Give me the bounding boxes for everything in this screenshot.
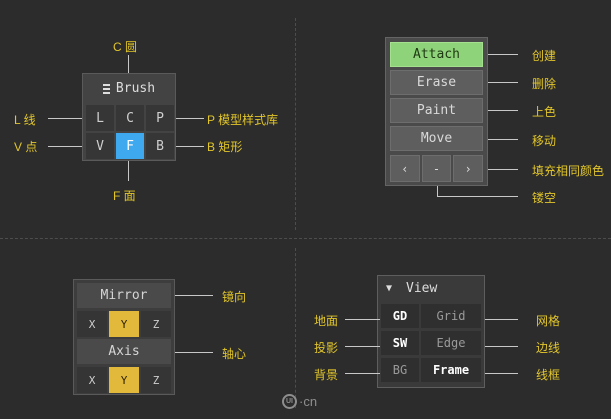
leader-line bbox=[128, 55, 129, 73]
leader-line bbox=[345, 373, 380, 374]
view-panel-header[interactable]: ▼ View bbox=[378, 276, 484, 300]
brush-model-library-button[interactable]: P bbox=[146, 105, 174, 131]
axis-row: X Y Z bbox=[77, 367, 171, 393]
brush-panel: Brush L C P V F B bbox=[82, 73, 176, 161]
axis-button[interactable]: Axis bbox=[77, 339, 171, 364]
menu-icon bbox=[102, 83, 110, 94]
brush-circle-button[interactable]: C bbox=[116, 105, 144, 131]
watermark: UI ·cn bbox=[282, 394, 317, 409]
view-row: GD Grid bbox=[381, 304, 481, 328]
annotation-rectangle: B 矩形 bbox=[207, 140, 243, 154]
leader-line bbox=[488, 82, 518, 83]
edge-toggle[interactable]: Edge bbox=[421, 331, 481, 355]
ui-cn-logo-icon: UI bbox=[282, 394, 297, 409]
annotation-line: L 线 bbox=[14, 113, 36, 127]
annotation-mirror: 镜向 bbox=[222, 290, 247, 304]
shadow-toggle[interactable]: SW bbox=[381, 331, 419, 355]
leader-line bbox=[488, 54, 518, 55]
annotation-point: V 点 bbox=[14, 140, 38, 154]
leader-line bbox=[174, 118, 204, 119]
mirror-y-button[interactable]: Y bbox=[109, 311, 139, 337]
annotation-face: F 面 bbox=[113, 189, 136, 203]
view-row: SW Edge bbox=[381, 331, 481, 355]
leader-line bbox=[345, 319, 380, 320]
leader-line bbox=[345, 346, 380, 347]
annotation-grid: 网格 bbox=[536, 314, 561, 328]
annotation-shadow: 投影 bbox=[314, 341, 339, 355]
annotation-create: 创建 bbox=[532, 49, 557, 63]
mirror-axis-row: X Y Z bbox=[77, 311, 171, 337]
annotation-hollow: 镂空 bbox=[532, 191, 557, 205]
leader-line bbox=[128, 161, 129, 181]
triangle-down-icon: ▼ bbox=[386, 282, 393, 294]
brush-line-button[interactable]: L bbox=[86, 105, 114, 131]
leader-line bbox=[485, 319, 518, 320]
watermark-text: ·cn bbox=[299, 394, 318, 409]
grid-toggle[interactable]: Grid bbox=[421, 304, 481, 328]
annotation-ground: 地面 bbox=[314, 314, 339, 328]
mirror-z-button[interactable]: Z bbox=[141, 311, 171, 337]
view-panel: ▼ View GD Grid SW Edge BG Frame bbox=[377, 275, 485, 388]
leader-line bbox=[48, 118, 85, 119]
annotation-edge: 边线 bbox=[536, 341, 561, 355]
leader-line bbox=[437, 196, 518, 197]
axis-z-button[interactable]: Z bbox=[141, 367, 171, 393]
erase-button[interactable]: Erase bbox=[390, 70, 483, 95]
annotation-paint: 上色 bbox=[532, 105, 557, 119]
leader-line bbox=[485, 346, 518, 347]
divider-vertical-top bbox=[295, 18, 296, 230]
divider-vertical-bottom bbox=[295, 248, 296, 408]
leader-line bbox=[488, 139, 518, 140]
leader-line bbox=[488, 169, 518, 170]
leader-line bbox=[175, 352, 213, 353]
leader-line bbox=[175, 295, 213, 296]
brush-face-button[interactable]: F bbox=[116, 133, 144, 159]
annotation-delete: 删除 bbox=[532, 77, 557, 91]
attach-button[interactable]: Attach bbox=[390, 42, 483, 67]
divider-horizontal bbox=[0, 238, 611, 239]
brush-title: Brush bbox=[115, 81, 156, 96]
view-row: BG Frame bbox=[381, 358, 481, 382]
annotation-background: 背景 bbox=[314, 368, 339, 382]
annotation-frame: 线框 bbox=[536, 368, 561, 382]
paint-button[interactable]: Paint bbox=[390, 98, 483, 123]
annotation-fill-same-color: 填充相同颜色 bbox=[532, 164, 605, 178]
leader-line bbox=[48, 146, 85, 147]
annotation-model-library: P 模型样式库 bbox=[207, 113, 279, 127]
view-title: View bbox=[406, 280, 438, 296]
prev-button[interactable]: ‹ bbox=[390, 155, 420, 182]
leader-line bbox=[174, 146, 204, 147]
annotation-circle: C 圆 bbox=[113, 40, 138, 54]
brush-point-button[interactable]: V bbox=[86, 133, 114, 159]
leader-line bbox=[488, 110, 518, 111]
axis-y-button[interactable]: Y bbox=[109, 367, 139, 393]
brush-grid: L C P V F B bbox=[86, 105, 174, 159]
axis-x-button[interactable]: X bbox=[77, 367, 107, 393]
frame-toggle[interactable]: Frame bbox=[421, 358, 481, 382]
annotation-axis: 轴心 bbox=[222, 347, 247, 361]
next-button[interactable]: › bbox=[453, 155, 483, 182]
hollow-button[interactable]: - bbox=[421, 155, 452, 182]
brush-panel-header[interactable]: Brush bbox=[83, 74, 175, 103]
brush-rectangle-button[interactable]: B bbox=[146, 133, 174, 159]
annotation-move: 移动 bbox=[532, 134, 557, 148]
background-toggle[interactable]: BG bbox=[381, 358, 419, 382]
nav-row: ‹ - › bbox=[390, 155, 483, 182]
tool-panel: Attach Erase Paint Move ‹ - › bbox=[385, 37, 488, 186]
mirror-x-button[interactable]: X bbox=[77, 311, 107, 337]
ground-toggle[interactable]: GD bbox=[381, 304, 419, 328]
mirror-panel: Mirror X Y Z Axis X Y Z bbox=[73, 279, 175, 395]
move-button[interactable]: Move bbox=[390, 126, 483, 151]
leader-line bbox=[485, 373, 518, 374]
mirror-button[interactable]: Mirror bbox=[77, 283, 171, 308]
